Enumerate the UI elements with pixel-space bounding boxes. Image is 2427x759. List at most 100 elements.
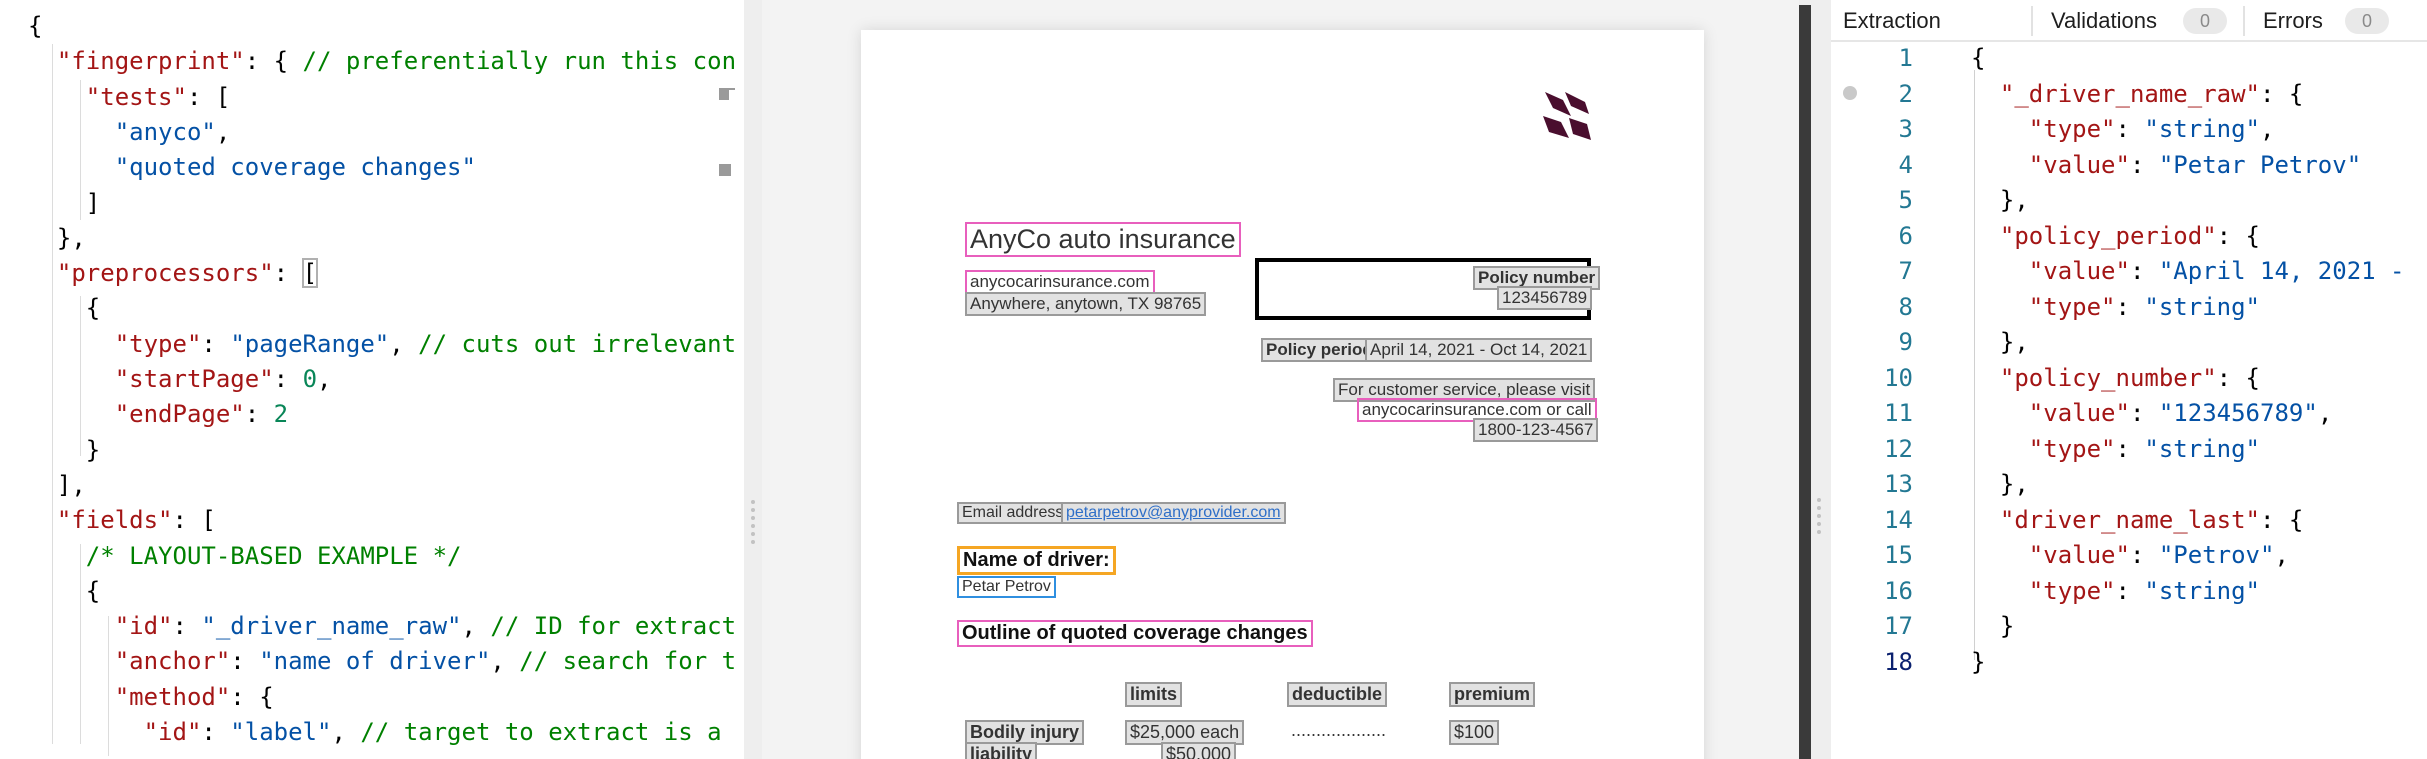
- code-token: "type": [2028, 434, 2116, 463]
- code-line: ],: [28, 467, 86, 503]
- validations-count-badge: 0: [2183, 8, 2227, 34]
- code-token: :: [273, 259, 303, 288]
- policy-period-value: April 14, 2021 - Oct 14, 2021: [1365, 338, 1593, 362]
- grip-dot: [1817, 530, 1821, 534]
- code-token: "anyco": [114, 117, 216, 146]
- left-splitter[interactable]: [744, 0, 762, 759]
- driver-name-value: Petar Petrov: [957, 576, 1056, 598]
- policy-number-value: 123456789: [1497, 286, 1593, 310]
- line-number: 15: [1884, 541, 1913, 569]
- result-code: "type": "string": [1971, 573, 2260, 609]
- document-page: AnyCo auto insurance anycocarinsurance.c…: [861, 30, 1704, 759]
- grip-dot: [1817, 522, 1821, 526]
- grip-dot: [751, 516, 755, 520]
- code-token: "value": [2028, 399, 2130, 427]
- document-viewer[interactable]: AnyCo auto insurance anycocarinsurance.c…: [762, 0, 1799, 759]
- result-line: 9 },: [1831, 324, 2427, 360]
- code-token: :: [2115, 115, 2145, 143]
- code-token: :: [2129, 399, 2159, 427]
- row-deductible-bodily-injury: ...................: [1291, 720, 1387, 740]
- line-number: 4: [1898, 150, 1913, 179]
- code-line: }: [28, 432, 100, 468]
- result-line: 6 "policy_period": {: [1831, 218, 2427, 254]
- result-line: 16 "type": "string": [1831, 573, 2427, 609]
- result-code: "value": "April 14, 2021 -: [1971, 253, 2405, 289]
- line-number: 2: [1898, 79, 1913, 108]
- result-line: 10 "policy_number": {: [1831, 360, 2427, 396]
- grip-dot: [1817, 498, 1821, 502]
- tab-extraction[interactable]: Extraction: [1843, 0, 1941, 42]
- code-token: 2: [273, 400, 289, 429]
- code-token: // search for t: [519, 647, 737, 676]
- code-token: "tests": [85, 82, 187, 111]
- result-panel: Extraction Validations 0 Errors 0 1{2 "_…: [1831, 0, 2427, 759]
- tab-divider: [2031, 6, 2033, 36]
- code-token: "preprocessors": [56, 259, 274, 288]
- result-tabs: Extraction Validations 0 Errors 0: [1831, 0, 2427, 42]
- line-number: 18: [1884, 647, 1913, 676]
- code-token: :: [244, 400, 274, 429]
- code-token: }: [1971, 612, 2015, 640]
- table-header-premium: premium: [1449, 682, 1536, 707]
- code-line: "endPage": 2: [28, 396, 288, 432]
- tab-validations[interactable]: Validations: [2051, 0, 2157, 42]
- code-line: "preprocessors": [: [28, 255, 319, 291]
- config-editor[interactable]: { "fingerprint": { // preferentially run…: [0, 0, 744, 759]
- ruler-mark: [719, 164, 731, 176]
- code-token: :: [201, 718, 231, 746]
- matched-bracket: [: [301, 258, 319, 289]
- errors-count-badge: 0: [2345, 8, 2389, 34]
- code-token: : {: [2260, 79, 2304, 108]
- code-token: : [: [186, 82, 231, 111]
- result-line: 2 "_driver_name_raw": {: [1831, 76, 2427, 112]
- tab-errors[interactable]: Errors: [2263, 0, 2323, 42]
- code-token: "value": [2028, 541, 2130, 569]
- email-label: Email address:: [957, 502, 1073, 524]
- line-number: 5: [1898, 186, 1913, 214]
- company-address: Anywhere, anytown, TX 98765: [965, 292, 1207, 316]
- result-line: 4 "value": "Petar Petrov": [1831, 147, 2427, 183]
- code-line: },: [28, 220, 86, 256]
- code-token: "startPage": [114, 365, 274, 393]
- line-number: 12: [1884, 434, 1913, 463]
- code-token: {: [1971, 44, 1986, 72]
- result-code: "_driver_name_raw": {: [1971, 76, 2303, 112]
- result-code: "value": "123456789",: [1971, 395, 2332, 431]
- code-token: :: [172, 612, 202, 641]
- code-token: "id": [114, 612, 173, 641]
- code-token: "April 14, 2021 -: [2158, 257, 2405, 285]
- code-token: "Petrov": [2158, 541, 2275, 569]
- code-token: "policy_number": [1999, 363, 2217, 392]
- code-token: },: [1971, 470, 2029, 498]
- code-token: }: [28, 435, 101, 464]
- code-token: "_driver_name_raw": [201, 612, 462, 641]
- code-line: {: [28, 8, 42, 44]
- code-line: "method": {: [28, 679, 274, 715]
- code-token: ,: [490, 647, 520, 676]
- result-line: 13 },: [1831, 466, 2427, 502]
- code-token: "pageRange": [230, 329, 390, 358]
- code-line: ]: [28, 185, 100, 221]
- document-scrollbar[interactable]: [1799, 5, 1811, 759]
- result-line: 15 "value": "Petrov",: [1831, 537, 2427, 573]
- code-token: : {: [2260, 505, 2304, 534]
- code-token: :: [2129, 150, 2159, 179]
- code-token: "123456789": [2158, 399, 2318, 427]
- result-line: 14 "driver_name_last": {: [1831, 502, 2427, 538]
- result-line: 5 },: [1831, 182, 2427, 218]
- line-number: 16: [1884, 576, 1913, 605]
- code-line: "anyco",: [28, 114, 231, 150]
- driver-name-label: Name of driver:: [957, 546, 1116, 575]
- line-number: 17: [1884, 612, 1913, 640]
- code-line: "fingerprint": { // preferentially run t…: [28, 43, 736, 79]
- code-token: "driver_name_last": [1999, 505, 2260, 534]
- code-line: "id": "_driver_name_raw", // ID for extr…: [28, 608, 736, 644]
- overview-ruler[interactable]: [719, 88, 735, 188]
- result-code: }: [1971, 644, 1985, 680]
